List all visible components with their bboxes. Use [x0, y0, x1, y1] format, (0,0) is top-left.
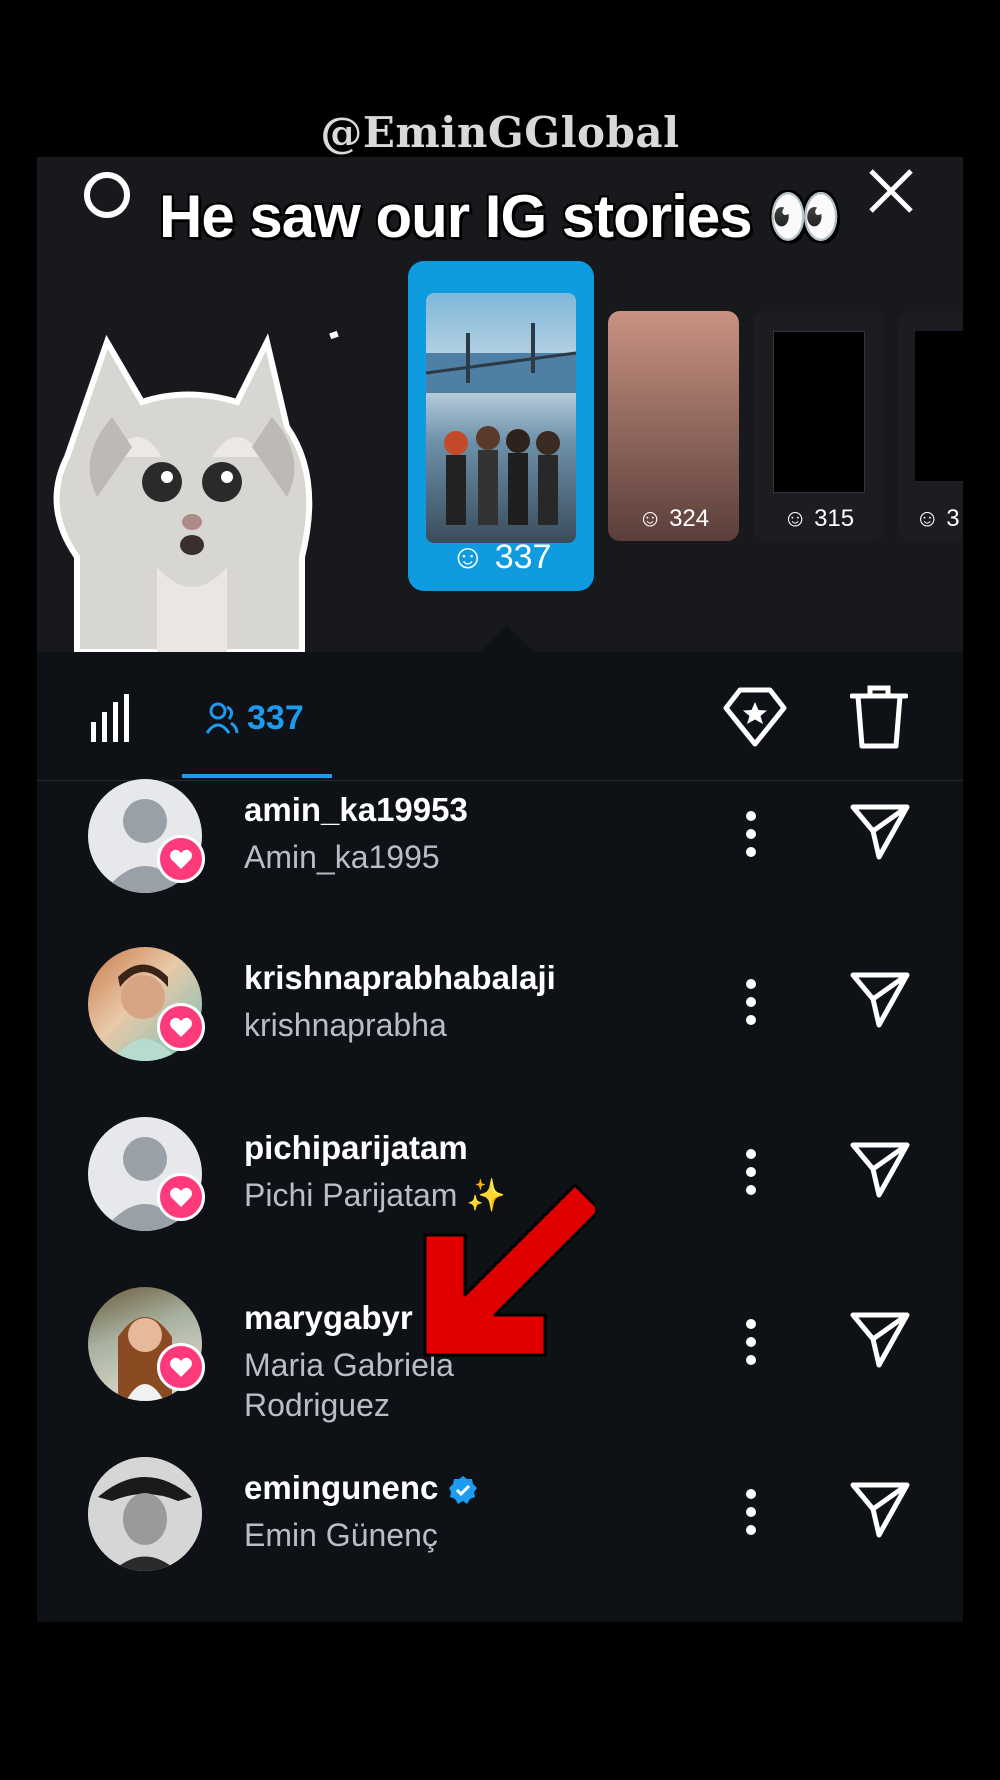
more-options-icon[interactable]	[744, 809, 758, 859]
red-arrow-annotation	[423, 1183, 595, 1357]
story-view-count: ☺ 315	[782, 505, 855, 532]
viewers-count: 337	[247, 698, 304, 737]
more-options-icon[interactable]	[744, 977, 758, 1027]
viewers-icon: ☺	[915, 505, 940, 532]
viewer-username[interactable]: krishnaprabhabalaji	[244, 959, 556, 997]
viewers-icon: ☺	[637, 505, 663, 532]
heart-icon	[157, 835, 205, 883]
story-thumbnail[interactable]: ☺ 324	[608, 311, 739, 541]
story-view-count: ☺ 337	[450, 538, 552, 576]
send-icon[interactable]	[849, 803, 911, 861]
highlight-icon[interactable]	[722, 684, 788, 750]
more-options-icon[interactable]	[744, 1487, 758, 1537]
send-icon[interactable]	[849, 1141, 911, 1199]
story-image	[426, 293, 576, 543]
verified-badge-icon	[449, 1476, 478, 1505]
cat-sticker	[53, 333, 313, 652]
viewer-row[interactable]: amin_ka19953 Amin_ka1995	[37, 779, 963, 929]
viewer-full-name: Amin_ka1995	[244, 839, 440, 875]
insights-icon[interactable]	[89, 692, 137, 742]
heart-icon	[157, 1343, 205, 1391]
viewer-username[interactable]: emingunenc	[244, 1469, 438, 1506]
viewer-full-name: krishnaprabha	[244, 1007, 447, 1043]
story-image	[915, 331, 963, 481]
close-icon[interactable]	[863, 163, 919, 219]
tab-viewers[interactable]: 337	[205, 688, 304, 748]
story-view-count: ☺ 324	[637, 505, 710, 532]
more-options-icon[interactable]	[744, 1147, 758, 1197]
story-viewers-panel: He saw our IG stories 👀 ☺ 337 ☺ 324 ☺ 31…	[37, 157, 963, 1622]
more-options-icon[interactable]	[744, 1317, 758, 1367]
send-icon[interactable]	[849, 1481, 911, 1539]
watermark: @EminGGlobal	[320, 108, 680, 157]
viewer-username[interactable]: pichiparijatam	[244, 1129, 468, 1167]
viewer-tabs: 337	[37, 652, 963, 781]
story-thumbnail[interactable]: ☺ 315	[753, 311, 884, 541]
send-icon[interactable]	[849, 1311, 911, 1369]
trash-icon[interactable]	[850, 684, 908, 750]
story-view-count: ☺ 3	[915, 505, 960, 532]
send-icon[interactable]	[849, 971, 911, 1029]
heart-icon	[157, 1003, 205, 1051]
viewer-username-with-badge[interactable]: emingunenc	[244, 1469, 478, 1507]
viewers-icon: ☺	[782, 505, 808, 532]
video-caption: He saw our IG stories 👀	[159, 183, 842, 250]
story-thumbnail[interactable]: ☺ 3	[899, 311, 963, 541]
viewers-icon: ☺	[450, 538, 486, 576]
viewer-username[interactable]: amin_ka19953	[244, 791, 468, 829]
heart-icon	[157, 1173, 205, 1221]
avatar[interactable]	[88, 1457, 202, 1571]
selected-story-pointer	[479, 625, 535, 653]
viewer-username[interactable]: marygabyr	[244, 1299, 413, 1337]
story-image	[773, 331, 865, 493]
viewer-row[interactable]: emingunenc Emin Günenç	[37, 1457, 963, 1607]
viewer-full-name: Emin Günenç	[244, 1517, 438, 1553]
viewers-icon	[205, 702, 239, 734]
story-thumbnail-selected[interactable]: ☺ 337	[408, 261, 594, 591]
active-tab-underline	[182, 774, 332, 778]
viewer-row[interactable]: krishnaprabhabalaji krishnaprabha	[37, 947, 963, 1097]
story-preview-area: He saw our IG stories 👀 ☺ 337 ☺ 324 ☺ 31…	[37, 157, 963, 653]
